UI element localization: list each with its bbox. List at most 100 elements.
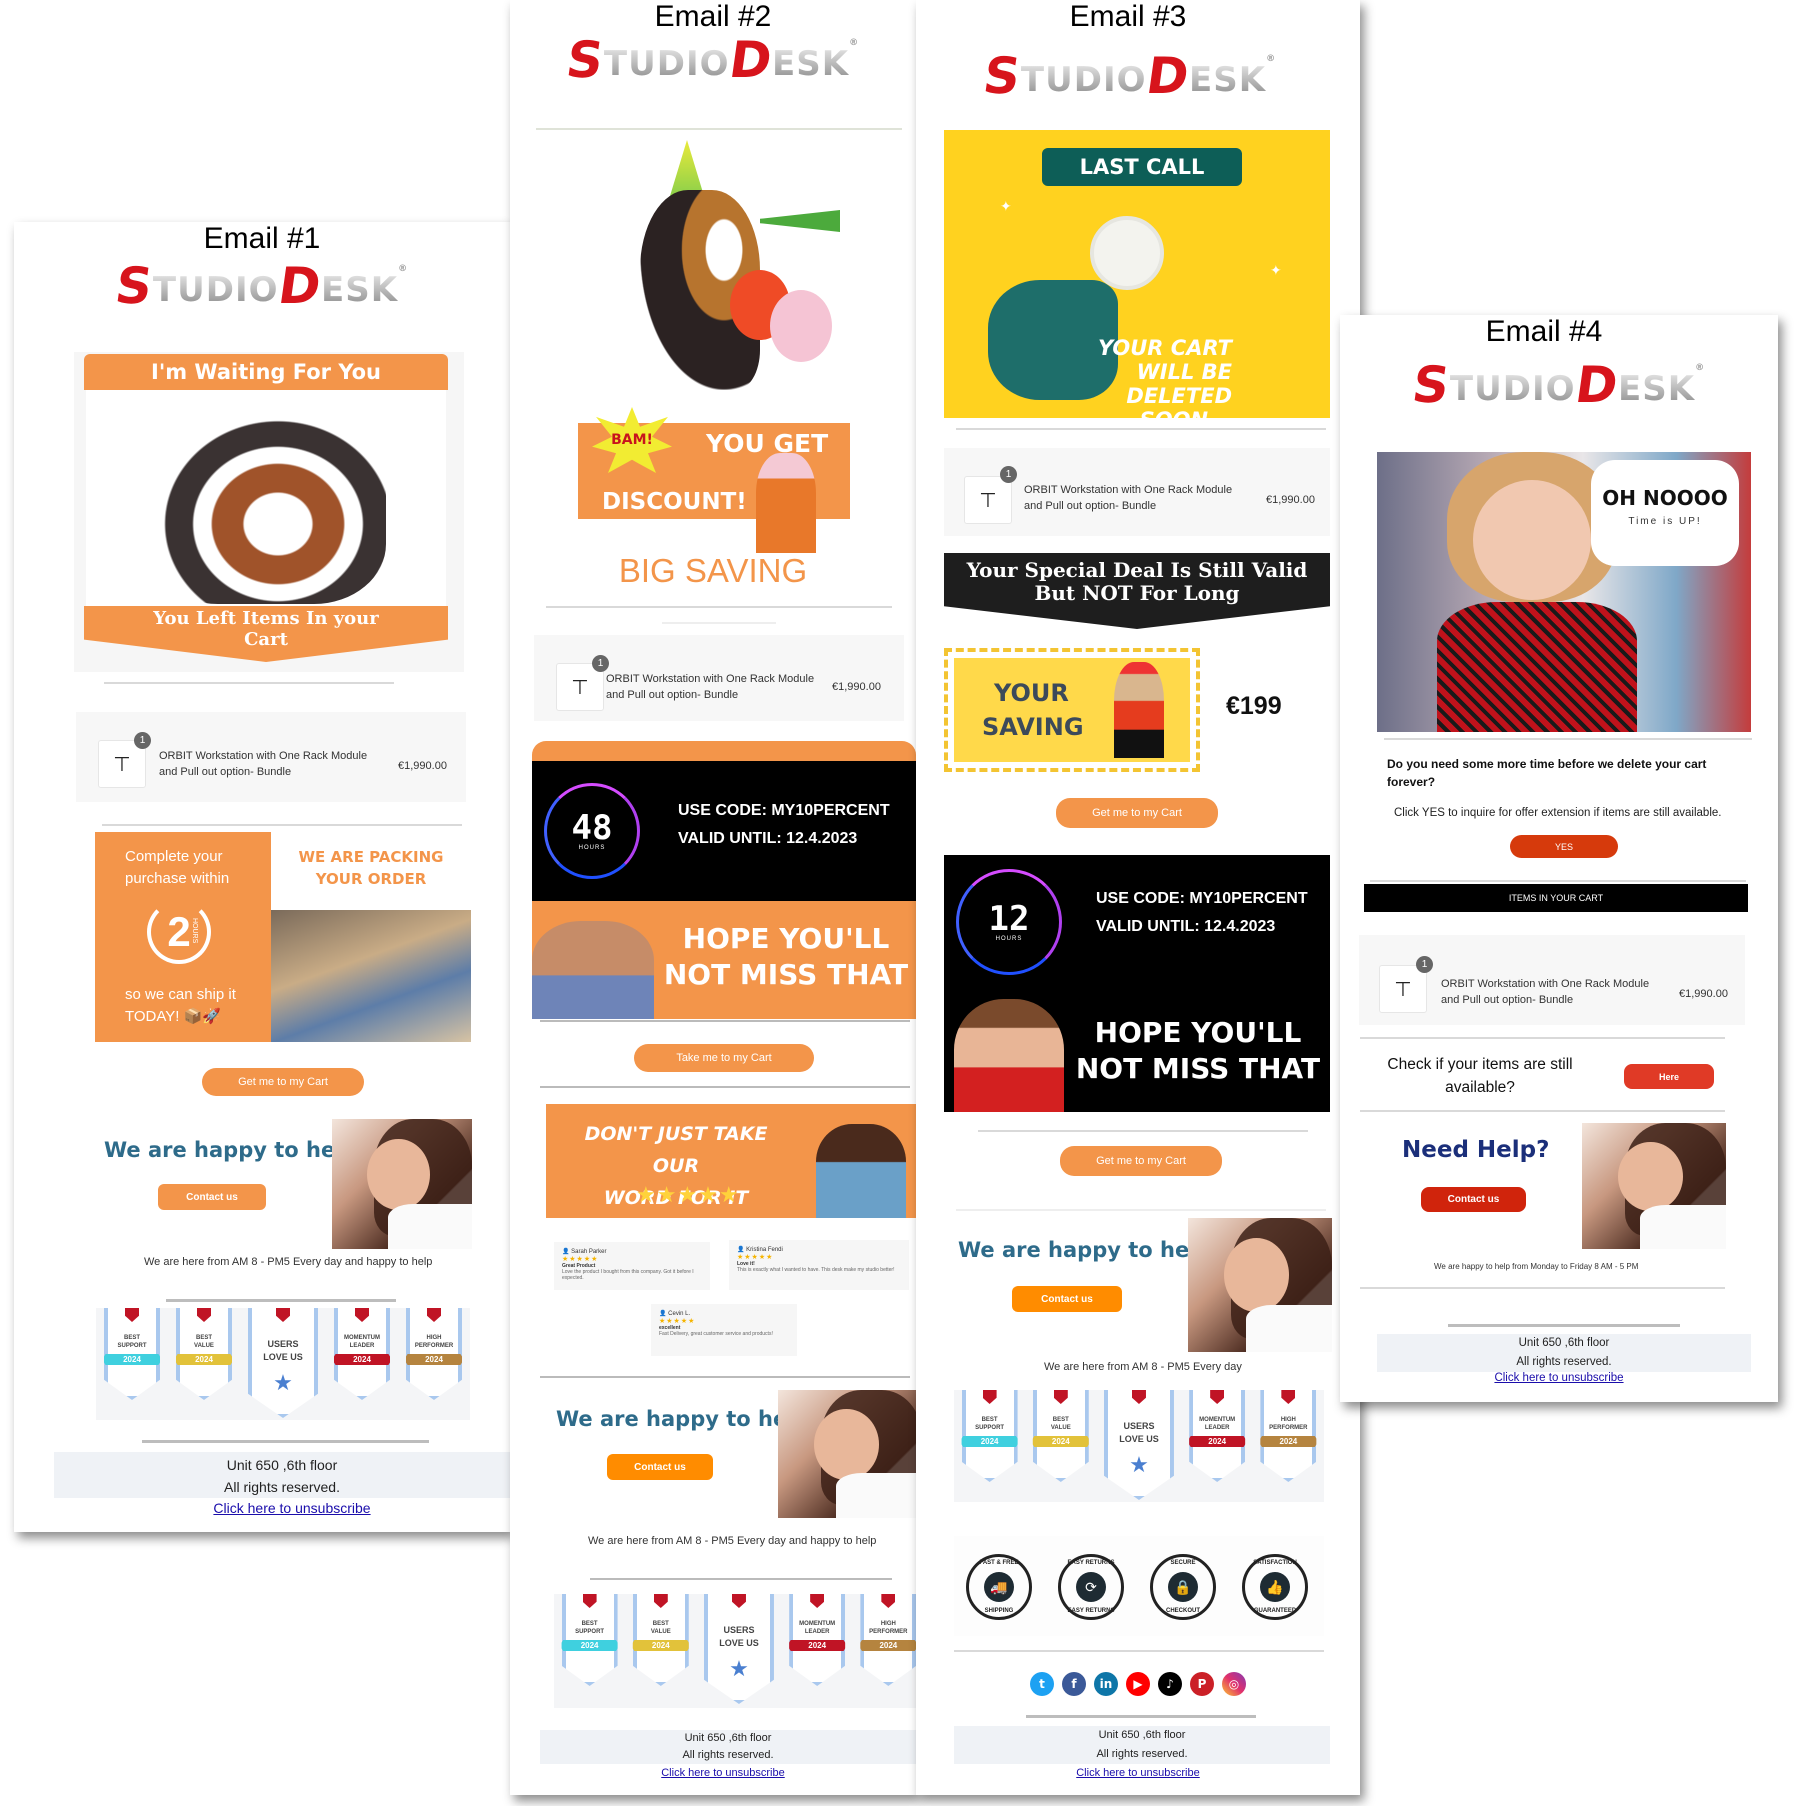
footer-address: Unit 650 ,6th floor All rights reserved.	[1377, 1334, 1751, 1372]
studiodesk-logo: S TUDIO D ESK ®	[1408, 356, 1706, 414]
last-call-hero: LAST CALL ✦ ✦ YOUR CART WILL BE DELETED S…	[944, 130, 1330, 432]
help-title: We are happy to help	[958, 1238, 1212, 1262]
award-badges: BEST SUPPORT 2024 BEST VALUE 2024 USERS LOVE US…	[96, 1308, 470, 1420]
badge-gem-icon	[427, 1308, 441, 1322]
youtube-icon[interactable]: ▶	[1126, 1672, 1150, 1696]
desk-icon: ⊤	[979, 489, 997, 512]
help-title: We are happy to help	[104, 1138, 358, 1162]
badge-gem-icon	[810, 1594, 825, 1608]
pinterest-icon[interactable]: P	[1190, 1672, 1214, 1696]
hope-banner-text: HOPE YOU'LL NOT MISS THAT	[1075, 1016, 1321, 1085]
hero-bottom-ribbon: You Left Items In your Cart	[84, 606, 448, 662]
review-card: 👤 Kristina Fendi ★★★★★ Love it! This is …	[729, 1240, 909, 1290]
support-hours: We are happy to help from Monday to Frid…	[1434, 1262, 1639, 1271]
award-badge: USERS LOVE US ★	[1103, 1390, 1174, 1500]
unsubscribe-link[interactable]: Click here to unsubscribe	[14, 1500, 510, 1516]
footer-address: Unit 650 ,6th floor All rights reserved.	[540, 1730, 916, 1764]
unsubscribe-link[interactable]: Click here to unsubscribe	[1340, 1372, 1778, 1384]
hope-banner-text: HOPE YOU'LL NOT MISS THAT	[663, 922, 909, 991]
contact-us-button[interactable]: Contact us	[158, 1184, 266, 1210]
reviews-banner: DON'T JUST TAKE OUR WORD FOR IT ★★★★★	[546, 1104, 916, 1218]
thumbs-up-icon: 👍	[1260, 1572, 1290, 1602]
trust-badge: SECURE 🔒 CHECKOUT	[1150, 1554, 1216, 1620]
twitter-icon[interactable]: t	[1030, 1672, 1054, 1696]
award-badge: USERS LOVE US ★	[703, 1594, 774, 1704]
award-badge: BEST VALUE 2024	[1032, 1390, 1089, 1482]
award-badge: BEST SUPPORT 2024	[961, 1390, 1018, 1482]
alarm-clock-image	[1090, 216, 1164, 290]
email-2-card: Email #2 S TUDIO D ESK ® BAM! YOU GET DISCOU…	[510, 0, 916, 1795]
award-badge: BEST SUPPORT 2024	[561, 1594, 618, 1686]
badge-gem-icon	[982, 1390, 997, 1404]
unsubscribe-link[interactable]: Click here to unsubscribe	[510, 1767, 916, 1779]
divider	[978, 1130, 1308, 1132]
special-deal-banner: Your Special Deal Is Still Valid But NOT …	[944, 553, 1330, 629]
need-help-title: Need Help?	[1402, 1137, 1550, 1163]
divider	[166, 1299, 396, 1302]
divider	[1360, 1037, 1725, 1039]
badge-gem-icon	[582, 1594, 597, 1608]
cart-deleted-text: YOUR CART WILL BE DELETED SOON...	[1097, 336, 1232, 432]
big-saving-text: BIG SAVING	[618, 552, 808, 589]
divider	[954, 1650, 1324, 1652]
award-badge: HIGH PERFORMER 2024	[860, 1594, 916, 1686]
tiktok-icon[interactable]: ♪	[1158, 1672, 1182, 1696]
badge-gem-icon	[1281, 1390, 1296, 1404]
footer-address: Unit 650 ,6th floor All rights reserved.	[54, 1452, 510, 1498]
product-price: €1,990.00	[398, 760, 447, 772]
get-to-cart-button[interactable]: Get me to my Cart	[1060, 1146, 1222, 1176]
sparkle-icon: ✦	[1270, 262, 1282, 278]
contact-us-button[interactable]: Contact us	[1421, 1187, 1526, 1212]
star-icon: ★	[273, 1370, 293, 1395]
take-to-cart-button[interactable]: Take me to my Cart	[634, 1044, 814, 1072]
divider	[956, 428, 1326, 430]
product-price: €1,990.00	[1679, 988, 1728, 1000]
facebook-icon[interactable]: f	[1062, 1672, 1086, 1696]
divider	[1360, 1287, 1725, 1289]
warehouse-packing-image	[271, 910, 471, 1042]
quantity-badge: 1	[592, 655, 609, 672]
badge-gem-icon	[197, 1308, 211, 1322]
cart-item-row[interactable]: ⊤ 1 ORBIT Workstation with One Rack Modu…	[76, 712, 466, 802]
divider	[540, 1086, 910, 1088]
product-thumbnail: ⊤	[964, 476, 1012, 524]
cart-item-row[interactable]: ⊤ 1 ORBIT Workstation with One Rack Modu…	[534, 635, 904, 721]
cart-item-row[interactable]: ⊤ 1 ORBIT Workstation with One Rack Modu…	[1359, 935, 1745, 1025]
more-time-question: Do you need some more time before we del…	[1387, 757, 1707, 789]
lock-icon: 🔒	[1168, 1572, 1198, 1602]
discount-banner: BAM! YOU GET DISCOUNT!	[578, 407, 850, 553]
unsubscribe-link[interactable]: Click here to unsubscribe	[916, 1767, 1360, 1779]
product-name: ORBIT Workstation with One Rack Module an…	[606, 673, 815, 701]
trust-badge: SATISFACTION 👍 GUARANTEED	[1242, 1554, 1308, 1620]
badge-gem-icon	[276, 1308, 290, 1322]
cart-item-row[interactable]: ⊤ 1 ORBIT Workstation with One Rack Modu…	[944, 448, 1330, 536]
here-button[interactable]: Here	[1624, 1064, 1714, 1089]
five-stars: ★★★★★	[636, 1182, 740, 1207]
award-badge: MOMENTUM LEADER 2024	[334, 1308, 390, 1400]
get-to-cart-button[interactable]: Get me to my Cart	[1056, 798, 1218, 828]
badge-gem-icon	[1131, 1390, 1146, 1404]
refresh-icon: ⟳	[1076, 1572, 1106, 1602]
bam-burst: BAM!	[592, 407, 672, 473]
badge-gem-icon	[731, 1594, 746, 1608]
contact-us-button[interactable]: Contact us	[607, 1454, 713, 1480]
email-3-card: Email #3 S TUDIO D ESK ® LAST CALL ✦ ✦ YOUR …	[916, 0, 1360, 1795]
divider	[1384, 738, 1752, 740]
support-agent-image	[1582, 1123, 1726, 1249]
contact-us-button[interactable]: Contact us	[1012, 1286, 1122, 1312]
offer-extension-text: Click YES to inquire for offer extension…	[1394, 807, 1722, 819]
timer-48-hours: 48 HOURS	[544, 783, 640, 879]
yes-button[interactable]: YES	[1510, 835, 1618, 858]
email-1-title: Email #1	[203, 222, 321, 255]
instagram-icon[interactable]: ◎	[1222, 1672, 1246, 1696]
desk-icon: ⊤	[113, 753, 131, 776]
truck-icon: 🚚	[984, 1572, 1014, 1602]
studiodesk-logo: S TUDIO D ESK ®	[979, 47, 1277, 105]
trust-badge: FAST & FREE 🚚 SHIPPING	[966, 1554, 1032, 1620]
linkedin-icon[interactable]: in	[1094, 1672, 1118, 1696]
product-name: ORBIT Workstation with One Rack Module an…	[1024, 484, 1233, 512]
worried-woman-image	[954, 999, 1064, 1112]
waiting-hero: I'm Waiting For You You Left Items In yo…	[74, 352, 464, 672]
complete-within-panel: Complete your purchase within 2 HOURS so…	[95, 832, 271, 1042]
get-to-cart-button[interactable]: Get me to my Cart	[202, 1068, 364, 1096]
